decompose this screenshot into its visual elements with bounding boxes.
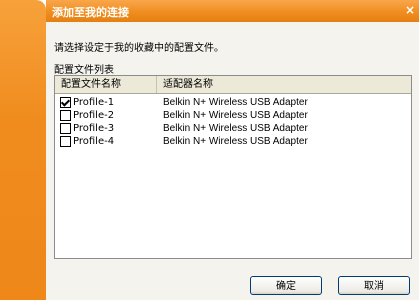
title-bar: 添加至我的连接 ×	[46, 0, 419, 22]
ok-button[interactable]: 确定	[250, 276, 322, 295]
close-icon[interactable]: ×	[403, 3, 417, 17]
list-item[interactable]: Profile-2 Belkin N+ Wireless USB Adapter	[55, 109, 411, 122]
profile-list-label: 配置文件列表	[54, 65, 114, 76]
profile-checkbox[interactable]	[60, 110, 71, 121]
profile-checkbox[interactable]	[60, 123, 71, 134]
profile-list[interactable]: 配置文件名称 适配器名称 Profile-1 Belkin N+ Wireles…	[54, 75, 412, 259]
dialog-title: 添加至我的连接	[52, 6, 129, 19]
column-header-adapter-name[interactable]: 适配器名称	[157, 76, 411, 93]
adapter-name: Belkin N+ Wireless USB Adapter	[163, 123, 308, 134]
list-item[interactable]: Profile-3 Belkin N+ Wireless USB Adapter	[55, 122, 411, 135]
profile-checkbox[interactable]	[60, 97, 71, 108]
profile-name: Profile-4	[73, 136, 115, 147]
column-header-profile-name[interactable]: 配置文件名称	[55, 76, 157, 93]
add-to-connections-dialog: 添加至我的连接 × 请选择设定于我的收藏中的配置文件。 配置文件列表 配置文件名…	[46, 0, 419, 300]
profile-checkbox[interactable]	[60, 136, 71, 147]
side-accent-panel	[0, 0, 46, 300]
list-item[interactable]: Profile-4 Belkin N+ Wireless USB Adapter	[55, 135, 411, 148]
profile-name: Profile-1	[73, 97, 115, 108]
adapter-name: Belkin N+ Wireless USB Adapter	[163, 110, 308, 121]
profile-name: Profile-3	[73, 123, 115, 134]
cancel-button[interactable]: 取消	[338, 276, 410, 295]
adapter-name: Belkin N+ Wireless USB Adapter	[163, 97, 308, 108]
adapter-name: Belkin N+ Wireless USB Adapter	[163, 136, 308, 147]
profile-name: Profile-2	[73, 110, 115, 121]
instruction-text: 请选择设定于我的收藏中的配置文件。	[54, 43, 224, 54]
list-header: 配置文件名称 适配器名称	[55, 76, 411, 94]
list-item[interactable]: Profile-1 Belkin N+ Wireless USB Adapter	[55, 96, 411, 109]
